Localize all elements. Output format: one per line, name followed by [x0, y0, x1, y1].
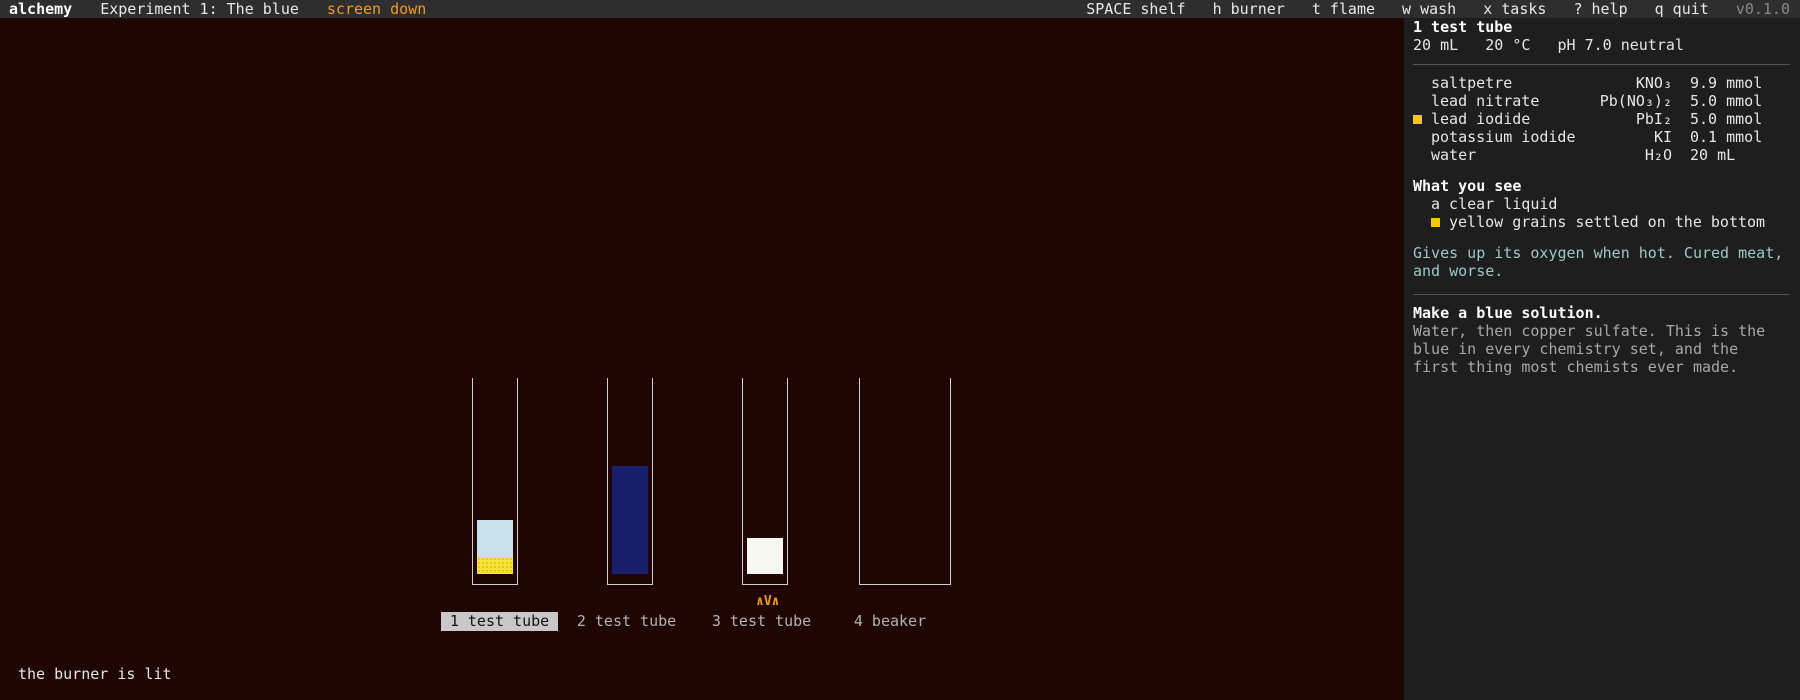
chemical-formula: KI [1653, 128, 1672, 146]
contents-row: lead nitrate Pb(NO₃)₂ 5.0 mmol [1413, 92, 1800, 110]
chemical-amount: 9.9 mmol [1690, 74, 1763, 92]
divider [1413, 294, 1790, 295]
beaker-4[interactable] [859, 378, 951, 585]
key-shelf[interactable]: SPACE shelf [1086, 0, 1185, 18]
chemical-amount: 5.0 mmol [1690, 110, 1763, 128]
chemical-amount: 20 mL [1690, 146, 1736, 164]
chemical-name: water [1431, 146, 1477, 164]
chemical-formula: Pb(NO₃)₂ [1599, 92, 1672, 110]
chemical-name: lead iodide [1431, 110, 1531, 128]
tube-3-contents [747, 538, 783, 574]
observation-item: a clear liquid [1413, 195, 1800, 213]
key-help[interactable]: ? help [1573, 0, 1627, 18]
row-marker [1413, 74, 1431, 92]
row-marker [1413, 146, 1431, 164]
top-bar: alchemy Experiment 1: The blue screen do… [0, 0, 1800, 18]
observation-item: yellow grains settled on the bottom [1413, 213, 1800, 231]
contents-row: lead iodide PbI₂ 5.0 mmol [1413, 110, 1800, 128]
precipitate-marker-icon [1431, 213, 1449, 231]
chemical-amount: 0.1 mmol [1690, 128, 1763, 146]
key-burner[interactable]: h burner [1213, 0, 1285, 18]
chemical-description: Gives up its oxygen when hot. Cured meat… [1413, 244, 1784, 262]
contents-row: water H₂O 20 mL [1413, 146, 1800, 164]
inspector-panel: 1 test tube 20 mL 20 °C pH 7.0 neutral s… [1404, 18, 1800, 700]
divider [1413, 64, 1790, 65]
key-tasks[interactable]: x tasks [1483, 0, 1546, 18]
task-description: Water, then copper sulfate. This is the [1413, 322, 1766, 340]
contents-row: potassium iodide KI 0.1 mmol [1413, 128, 1800, 146]
vessel-label-4[interactable]: 4 beaker [840, 612, 940, 631]
selected-vessel-title: 1 test tube [1413, 18, 1513, 36]
test-tube-1[interactable] [472, 378, 518, 585]
flame-icon: ∧V∧ [756, 594, 780, 609]
chemical-name: lead nitrate [1431, 92, 1540, 110]
message-line: the burner is lit [18, 665, 172, 683]
vessel-label-3[interactable]: 3 test tube [703, 612, 820, 631]
test-tube-2[interactable] [607, 378, 653, 585]
key-flame[interactable]: t flame [1312, 0, 1375, 18]
version-label: v0.1.0 [1735, 0, 1790, 18]
chemical-formula: H₂O [1644, 146, 1672, 164]
chemical-formula: PbI₂ [1635, 110, 1672, 128]
chemical-name: saltpetre [1431, 74, 1513, 92]
key-quit[interactable]: q quit [1655, 0, 1709, 18]
observations-heading: What you see [1413, 177, 1522, 195]
precipitate-marker-icon [1413, 110, 1431, 128]
chemical-amount: 5.0 mmol [1690, 92, 1763, 110]
task-description: blue in every chemistry set, and the [1413, 340, 1739, 358]
contents-row: saltpetre KNO₃ 9.9 mmol [1413, 74, 1800, 92]
tube-2-liquid [612, 466, 648, 574]
app-name: alchemy [9, 0, 73, 18]
test-tube-3[interactable] [742, 378, 788, 585]
vessel-label-1[interactable]: 1 test tube [441, 612, 558, 631]
status-indicator: screen down [326, 0, 427, 18]
chemical-name: potassium iodide [1431, 128, 1576, 146]
row-marker [1413, 128, 1431, 146]
task-title: Make a blue solution. [1413, 304, 1603, 322]
chemical-formula: KNO₃ [1635, 74, 1672, 92]
row-marker [1413, 92, 1431, 110]
observation-text: a clear liquid [1431, 195, 1558, 213]
bench-area: 1 test tube 2 test tube ∧V∧ 3 test tube … [0, 18, 1404, 700]
chemical-description: and worse. [1413, 262, 1504, 280]
key-wash[interactable]: w wash [1402, 0, 1456, 18]
vessel-label-2[interactable]: 2 test tube [568, 612, 685, 631]
observation-text: yellow grains settled on the bottom [1449, 213, 1766, 231]
task-description: first thing most chemists ever made. [1413, 358, 1739, 376]
vessel-stats: 20 mL 20 °C pH 7.0 neutral [1413, 36, 1684, 54]
tube-1-sediment [477, 557, 513, 574]
experiment-title: Experiment 1: The blue [100, 0, 299, 18]
